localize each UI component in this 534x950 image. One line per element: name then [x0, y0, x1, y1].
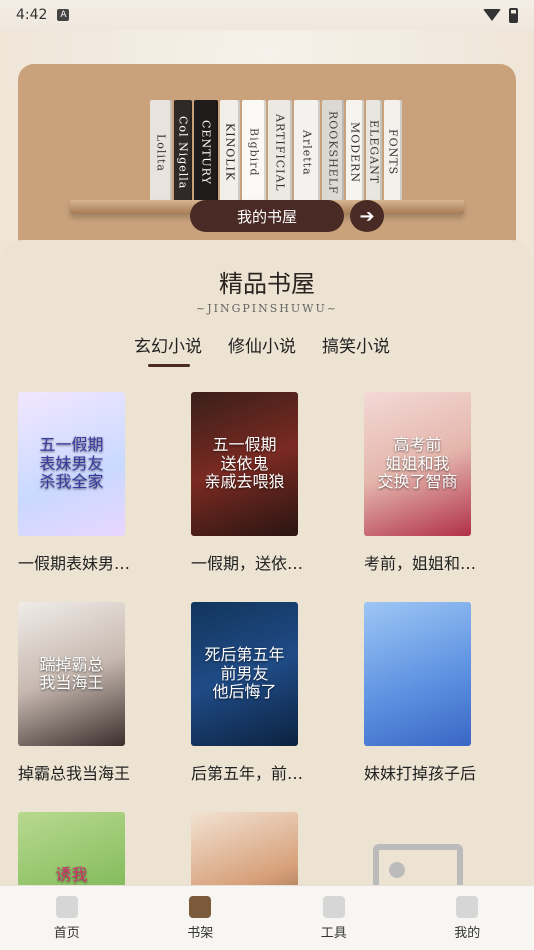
book-card[interactable]: 踹掉霸总 我当海王掉霸总我当海王: [18, 602, 168, 784]
book-cover-text: 死后第五年 前男友 他后悔了: [204, 645, 285, 702]
tools-icon: [322, 895, 345, 918]
home-icon: [55, 895, 78, 918]
tab-xiuxian[interactable]: 修仙小说: [228, 332, 296, 357]
book-title[interactable]: 一假期表妹男…: [18, 550, 168, 574]
shelf-book: ARTIFICIAL: [268, 100, 292, 205]
my-bookshelf-button[interactable]: 我的书屋: [190, 200, 344, 232]
book-cover[interactable]: 五一假期 送依鬼 亲戚去喂狼: [191, 392, 298, 536]
book-title[interactable]: 掉霸总我当海王: [18, 760, 168, 784]
book-title[interactable]: 后第五年，前…: [191, 760, 341, 784]
section-subtitle: ~JINGPINSHUWU~: [196, 302, 338, 315]
shelf-book: Col Nigella: [174, 100, 192, 205]
book-card[interactable]: 高考前 姐姐和我 交换了智商考前，姐姐和…: [364, 392, 514, 574]
book-cover-text: 踹掉霸总 我当海王: [39, 654, 104, 692]
book-cover-text: 五一假期 表妹男友 杀我全家: [39, 435, 104, 492]
notification-a-icon: A: [57, 9, 70, 21]
shelf-book: ROOKSHELF: [322, 100, 344, 205]
profile-icon: [456, 895, 479, 918]
tab-xuanhuan[interactable]: 玄幻小说: [134, 332, 202, 367]
book-cover[interactable]: [364, 602, 471, 746]
category-tabs: 玄幻小说 修仙小说 搞笑小说: [134, 332, 390, 367]
book-title[interactable]: 一假期，送依…: [191, 550, 341, 574]
shelf-books: Lolita Col Nigella CENTURY KINOLIK Bigbird AR…: [150, 100, 402, 205]
book-cover[interactable]: 五一假期 表妹男友 杀我全家: [18, 392, 125, 536]
book-cover-text: 高考前 姐姐和我 交换了智商: [377, 435, 458, 492]
nav-home-label: 首页: [53, 925, 80, 941]
shelf-book: FONTS: [384, 100, 402, 205]
bookshelf-icon: [189, 895, 212, 918]
book-card[interactable]: 死后第五年 前男友 他后悔了后第五年，前…: [191, 602, 341, 784]
book-card[interactable]: 五一假期 表妹男友 杀我全家一假期表妹男…: [18, 392, 168, 574]
book-cover-text: [414, 670, 422, 678]
arrow-right-icon[interactable]: ➔: [350, 200, 384, 232]
book-cover[interactable]: 高考前 姐姐和我 交换了智商: [364, 392, 471, 536]
book-cover-text: 五一假期 送依鬼 亲戚去喂狼: [204, 435, 285, 492]
book-grid: 五一假期 表妹男友 杀我全家 一假期表妹男… 五一假期 送依鬼 亲戚去喂狼 一假期，送…: [18, 392, 518, 950]
nav-home[interactable]: 首页: [27, 895, 107, 941]
wifi-icon: [483, 9, 501, 21]
nav-tools-label: 工具: [320, 925, 347, 941]
section-title: 精品书屋: [219, 270, 315, 298]
shelf-book: ELEGANT: [366, 100, 382, 205]
nav-bookshelf-label: 书架: [187, 925, 214, 941]
shelf-book: CENTURY: [194, 100, 218, 205]
battery-icon: [509, 7, 518, 23]
book-cover[interactable]: 死后第五年 前男友 他后悔了: [191, 602, 298, 746]
status-time: 4:42: [16, 7, 48, 23]
shelf-book: Bigbird: [242, 100, 266, 205]
nav-tools[interactable]: 工具: [294, 895, 374, 941]
status-right: [483, 7, 518, 23]
book-card[interactable]: 妹妹打掉孩子后: [364, 602, 514, 784]
nav-profile-label: 我的: [454, 925, 481, 941]
shelf-book: KINOLIK: [220, 100, 240, 205]
book-cover[interactable]: 踹掉霸总 我当海王: [18, 602, 125, 746]
nav-bookshelf[interactable]: 书架: [160, 895, 240, 941]
shelf-book: Lolita: [150, 100, 172, 205]
book-title[interactable]: 考前，姐姐和…: [364, 550, 514, 574]
shelf-book: MODERN: [346, 100, 364, 205]
shelf-book: Arletta: [294, 100, 320, 205]
nav-profile[interactable]: 我的: [427, 895, 507, 941]
bottom-nav: 首页 书架 工具 我的: [0, 885, 534, 950]
status-bar: 4:42 A: [0, 0, 534, 30]
book-title[interactable]: 妹妹打掉孩子后: [364, 760, 514, 784]
book-card[interactable]: 五一假期 送依鬼 亲戚去喂狼一假期，送依…: [191, 392, 341, 574]
tab-gaoxiao[interactable]: 搞笑小说: [322, 332, 390, 357]
